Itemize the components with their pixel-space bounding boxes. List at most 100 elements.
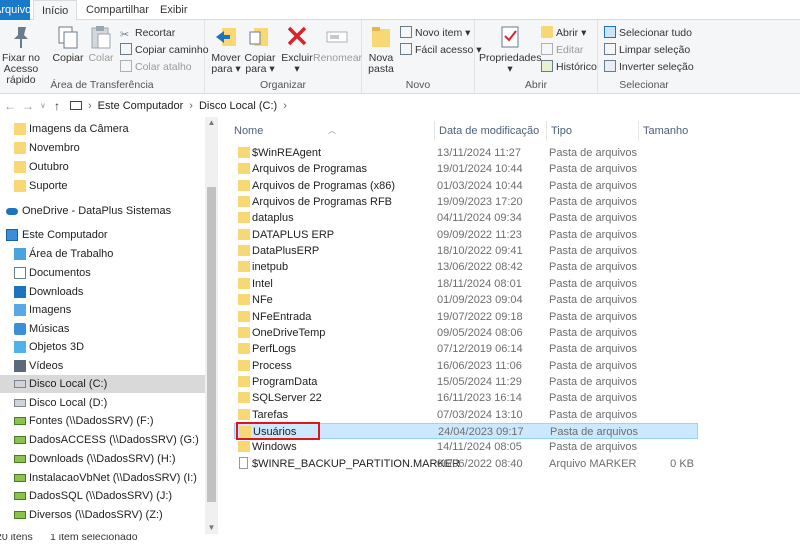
- column-header-size[interactable]: Tamanho: [639, 121, 699, 141]
- file-row[interactable]: Process 16/06/2023 11:06 Pasta de arquivos: [234, 358, 698, 374]
- copy-to-button[interactable]: Copiar para ▾: [243, 24, 277, 75]
- file-row[interactable]: PerfLogs 07/12/2019 06:14 Pasta de arquivo…: [234, 341, 698, 357]
- nav-item[interactable]: Downloads: [0, 283, 205, 301]
- file-row[interactable]: DataPlusERP 18/10/2022 09:41 Pasta de arqu…: [234, 243, 698, 259]
- tab-home[interactable]: Início: [33, 0, 78, 21]
- delete-button[interactable]: Excluir ▾: [281, 24, 313, 75]
- nav-item[interactable]: Documentos: [0, 264, 205, 282]
- nav-item[interactable]: Objetos 3D: [0, 338, 205, 356]
- easy-access-button[interactable]: Fácil acesso ▾: [400, 42, 482, 58]
- properties-button[interactable]: Propriedades ▾: [479, 24, 541, 75]
- forward-arrow-icon[interactable]: →: [22, 98, 34, 114]
- nav-item[interactable]: DadosSQL (\\DadosSRV) (J:): [0, 487, 205, 505]
- scroll-down-icon[interactable]: ▼: [205, 522, 218, 534]
- file-date: 13/06/2022 08:42: [437, 261, 523, 274]
- file-row[interactable]: dataplus 04/11/2024 09:34 Pasta de arquivo…: [234, 210, 698, 226]
- new-folder-button[interactable]: Nova pasta: [365, 24, 397, 75]
- tab-file-label: Arquivo: [0, 4, 30, 16]
- copy-button[interactable]: Copiar: [52, 24, 84, 64]
- column-header-date[interactable]: Data de modificação: [435, 121, 547, 141]
- cut-button[interactable]: ✂ Recortar: [120, 25, 175, 41]
- invert-selection-button[interactable]: Inverter seleção: [604, 59, 694, 75]
- breadcrumb-item[interactable]: Este Computador: [98, 100, 184, 112]
- file-row[interactable]: $WinREAgent 13/11/2024 11:27 Pasta de arqu…: [234, 145, 698, 161]
- nav-scrollbar-thumb[interactable]: [207, 187, 216, 502]
- file-row[interactable]: $WINRE_BACKUP_PARTITION.MARKER 06/06/2022…: [234, 456, 698, 472]
- nav-item[interactable]: OneDrive - DataPlus Sistemas: [0, 202, 205, 220]
- tab-view[interactable]: Exibir: [152, 0, 196, 21]
- file-row[interactable]: SQLServer 22 16/11/2023 16:14 Pasta de arq…: [234, 390, 698, 406]
- tab-file[interactable]: Arquivo: [0, 0, 30, 20]
- file-row[interactable]: inetpub 13/06/2022 08:42 Pasta de arquivos: [234, 259, 698, 275]
- download-icon: [14, 286, 26, 298]
- breadcrumb[interactable]: › Este Computador › Disco Local (C:) ›: [70, 95, 293, 117]
- file-row[interactable]: Arquivos de Programas 19/01/2024 10:44 Pas…: [234, 161, 698, 177]
- organize-group-label: Organizar: [259, 79, 307, 91]
- scroll-up-icon[interactable]: ▲: [205, 117, 218, 129]
- nav-item[interactable]: Downloads (\\DadosSRV) (H:): [0, 450, 205, 468]
- file-row[interactable]: OneDriveTemp 09/05/2024 08:06 Pasta de arq…: [234, 325, 698, 341]
- file-date: 19/01/2024 10:44: [437, 163, 523, 176]
- nav-item[interactable]: Vídeos: [0, 357, 205, 375]
- network-drive-icon: [14, 474, 26, 482]
- status-bar: 20 itens 1 item selecionado: [0, 534, 800, 544]
- nav-item[interactable]: InstalacaoVbNet (\\DadosSRV) (I:): [0, 469, 205, 487]
- edit-label: Editar: [556, 44, 584, 56]
- file-row[interactable]: Tarefas 07/03/2024 13:10 Pasta de arquivos: [234, 407, 698, 423]
- select-all-button[interactable]: Selecionar tudo: [604, 25, 692, 41]
- move-to-button[interactable]: Mover para ▾: [209, 24, 243, 75]
- select-none-button[interactable]: Limpar seleção: [604, 42, 690, 58]
- nav-item[interactable]: Imagens: [0, 301, 205, 319]
- file-row[interactable]: Intel 18/11/2024 08:01 Pasta de arquivos: [234, 276, 698, 292]
- pictures-icon: [14, 304, 26, 316]
- folder-icon: [238, 228, 250, 240]
- new-item-button[interactable]: Novo item ▾: [400, 25, 470, 41]
- file-row[interactable]: NFeEntrada 19/07/2022 09:18 Pasta de arqui…: [234, 309, 698, 325]
- recent-chevron-icon[interactable]: ∨: [40, 98, 46, 114]
- paste-button[interactable]: Colar: [86, 24, 116, 64]
- file-row[interactable]: NFe 01/09/2023 09:04 Pasta de arquivos: [234, 292, 698, 308]
- rename-button[interactable]: Renomear: [313, 24, 363, 64]
- column-header-name[interactable]: Nome ︿: [230, 121, 435, 141]
- history-button[interactable]: Histórico: [541, 59, 597, 75]
- back-arrow-icon[interactable]: ←: [4, 98, 16, 114]
- rename-label: Renomear: [313, 52, 363, 64]
- nav-item[interactable]: Outubro: [0, 158, 205, 176]
- open-button[interactable]: Abrir ▾: [541, 25, 586, 41]
- breadcrumb-item[interactable]: Disco Local (C:): [199, 100, 277, 112]
- up-arrow-icon[interactable]: ↑: [54, 98, 60, 114]
- copy-path-button[interactable]: Copiar caminho: [120, 42, 209, 58]
- file-row[interactable]: ProgramData 15/05/2024 11:29 Pasta de arqu…: [234, 374, 698, 390]
- nav-item[interactable]: Disco Local (C:): [0, 375, 205, 393]
- nav-item[interactable]: Músicas: [0, 320, 205, 338]
- nav-item[interactable]: Este Computador: [0, 226, 205, 244]
- file-date: 16/06/2023 11:06: [437, 359, 522, 372]
- file-type: Pasta de arquivos: [549, 196, 638, 209]
- nav-scrollbar[interactable]: ▲ ▼: [205, 117, 218, 534]
- nav-item[interactable]: Área de Trabalho: [0, 245, 205, 263]
- file-name: Process: [252, 359, 292, 372]
- nav-item[interactable]: DadosACCESS (\\DadosSRV) (G:): [0, 431, 205, 449]
- nav-item[interactable]: Fontes (\\DadosSRV) (F:): [0, 412, 205, 430]
- history-icon: [541, 60, 553, 72]
- folder-icon: [238, 277, 250, 289]
- file-row[interactable]: Arquivos de Programas (x86) 01/03/2024 10…: [234, 178, 698, 194]
- file-row[interactable]: Arquivos de Programas RFB 19/09/2023 17:2…: [234, 194, 698, 210]
- edit-button[interactable]: Editar: [541, 42, 583, 58]
- file-date: 01/09/2023 09:04: [437, 294, 523, 307]
- file-row[interactable]: DATAPLUS ERP 09/09/2022 11:23 Pasta de arq…: [234, 227, 698, 243]
- column-header-type[interactable]: Tipo: [547, 121, 639, 141]
- paste-label: Colar: [88, 52, 114, 64]
- nav-item[interactable]: Novembro: [0, 139, 205, 157]
- nav-item[interactable]: Imagens da Câmera: [0, 120, 205, 138]
- nav-item[interactable]: Suporte: [0, 177, 205, 195]
- pin-quick-access-button[interactable]: Fixar no Acesso rápido: [0, 24, 50, 86]
- nav-item[interactable]: Disco Local (D:): [0, 394, 205, 412]
- file-date: 09/05/2024 08:06: [437, 326, 523, 339]
- paste-shortcut-button[interactable]: Colar atalho: [120, 59, 192, 75]
- file-type: Pasta de arquivos: [549, 228, 638, 241]
- tab-share[interactable]: Compartilhar: [78, 0, 157, 21]
- nav-item[interactable]: Diversos (\\DadosSRV) (Z:): [0, 506, 205, 524]
- file-name: PerfLogs: [252, 343, 297, 356]
- file-row[interactable]: Windows 14/11/2024 08:05 Pasta de arquivos: [234, 439, 698, 455]
